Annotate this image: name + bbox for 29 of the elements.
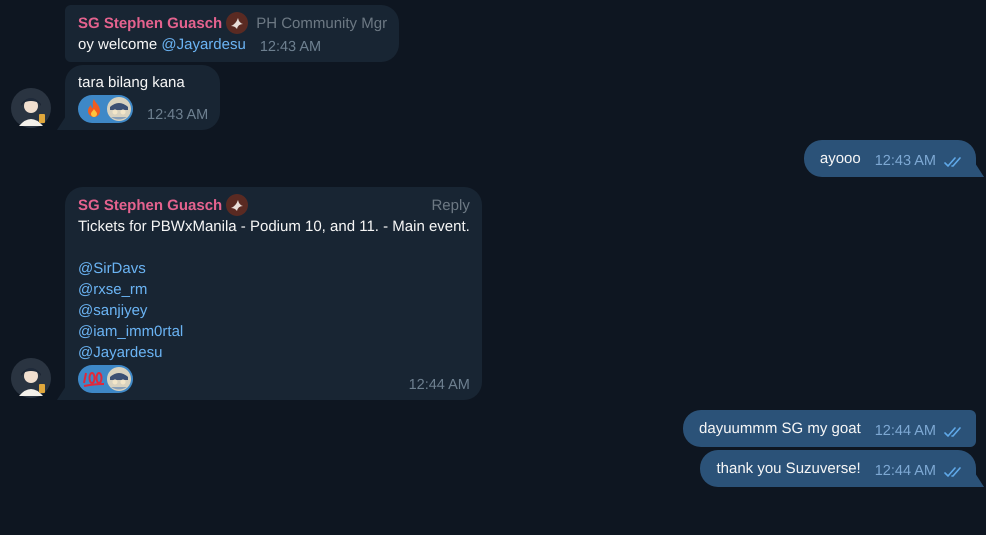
mention-link[interactable]: @rxse_rm xyxy=(78,281,148,298)
sender-avatar-icon xyxy=(226,194,248,216)
mention-link[interactable]: @SirDavs xyxy=(78,260,146,277)
sender-role: PH Community Mgr xyxy=(256,14,388,34)
message-time: 12:44 AM xyxy=(874,462,936,481)
message-time: 12:43 AM xyxy=(147,106,208,125)
mention-link[interactable]: @sanjiyey xyxy=(78,302,148,319)
mention-link[interactable]: @Jayardesu xyxy=(161,36,246,53)
message-text: thank you Suzuverse! xyxy=(716,459,861,479)
message-text: tara bilang kana xyxy=(78,73,185,93)
message-time: 12:43 AM xyxy=(874,152,936,171)
message-text: Tickets for PBWxManila - Podium 10, and 11. - Main event. xyxy=(78,217,470,237)
sticker-avatar-icon xyxy=(107,367,131,391)
message-time: 12:44 AM xyxy=(874,422,936,441)
message-text: dayuummm SG my goat xyxy=(699,419,861,439)
sender-avatar-icon xyxy=(226,12,248,34)
reaction-pill[interactable] xyxy=(78,95,133,123)
message-text: ayooo xyxy=(820,149,861,169)
user-avatar[interactable] xyxy=(11,358,51,398)
message-text: oy welcome @Jayardesu xyxy=(78,35,246,55)
mention-link[interactable]: @Jayardesu xyxy=(78,344,162,361)
sender-name[interactable]: SG Stephen Guasch xyxy=(78,194,222,216)
sticker-avatar-icon xyxy=(107,97,131,121)
reaction-pill[interactable] xyxy=(78,365,133,393)
sender-name[interactable]: SG Stephen Guasch xyxy=(78,12,222,34)
message-time: 12:43 AM xyxy=(260,38,322,57)
mention-link[interactable]: @iam_imm0rtal xyxy=(78,323,184,340)
message-time: 12:44 AM xyxy=(408,376,470,395)
user-avatar[interactable] xyxy=(11,88,51,128)
